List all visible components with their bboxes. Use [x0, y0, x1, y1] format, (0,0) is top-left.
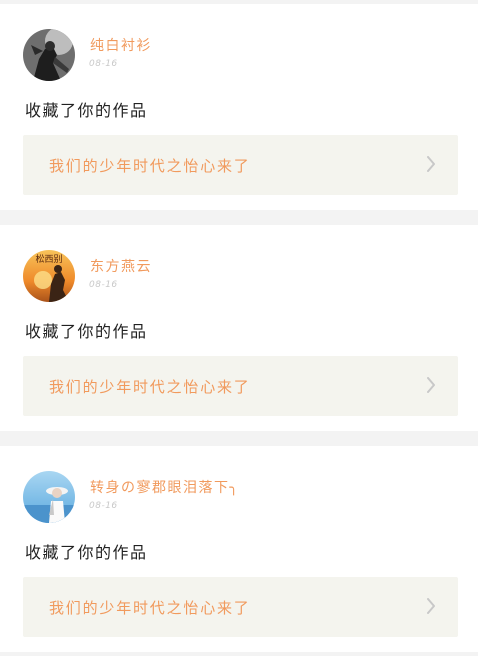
- avatar-sunset-rider-icon: 松西别: [23, 250, 75, 302]
- user-avatar[interactable]: 松西别: [23, 250, 75, 302]
- activity-text: 收藏了你的作品: [25, 543, 148, 562]
- activity-text: 收藏了你的作品: [25, 101, 148, 120]
- chevron-right-icon: [427, 598, 435, 614]
- timestamp: 08-16: [89, 280, 118, 290]
- timestamp: 08-16: [89, 501, 118, 511]
- username[interactable]: 东方燕云: [90, 256, 152, 276]
- work-link[interactable]: 我们的少年时代之怡心来了: [23, 577, 458, 637]
- activity-card: 纯白衬衫 08-16 收藏了你的作品 我们的少年时代之怡心来了: [0, 4, 478, 210]
- avatar-dark-warrior-icon: [23, 29, 75, 81]
- activity-feed: 纯白衬衫 08-16 收藏了你的作品 我们的少年时代之怡心来了 松西别 东方燕云…: [0, 0, 478, 656]
- work-title: 我们的少年时代之怡心来了: [49, 157, 251, 175]
- chevron-right-icon: [427, 377, 435, 393]
- avatar-logo-text: 松西别: [35, 253, 62, 265]
- work-link[interactable]: 我们的少年时代之怡心来了: [23, 135, 458, 195]
- work-link[interactable]: 我们的少年时代之怡心来了: [23, 356, 458, 416]
- chevron-right-icon: [427, 156, 435, 172]
- user-avatar[interactable]: [23, 471, 75, 523]
- activity-text: 收藏了你的作品: [25, 322, 148, 341]
- username[interactable]: 转身の寥郡眼泪落下╮: [90, 477, 239, 497]
- work-title: 我们的少年时代之怡心来了: [49, 599, 251, 617]
- activity-card: 转身の寥郡眼泪落下╮ 08-16 收藏了你的作品 我们的少年时代之怡心来了: [0, 446, 478, 652]
- work-title: 我们的少年时代之怡心来了: [49, 378, 251, 396]
- avatar-girl-sky-icon: [23, 471, 75, 523]
- user-avatar[interactable]: [23, 29, 75, 81]
- activity-card: 松西别 东方燕云 08-16 收藏了你的作品 我们的少年时代之怡心来了: [0, 225, 478, 431]
- timestamp: 08-16: [89, 59, 118, 69]
- username[interactable]: 纯白衬衫: [90, 35, 152, 55]
